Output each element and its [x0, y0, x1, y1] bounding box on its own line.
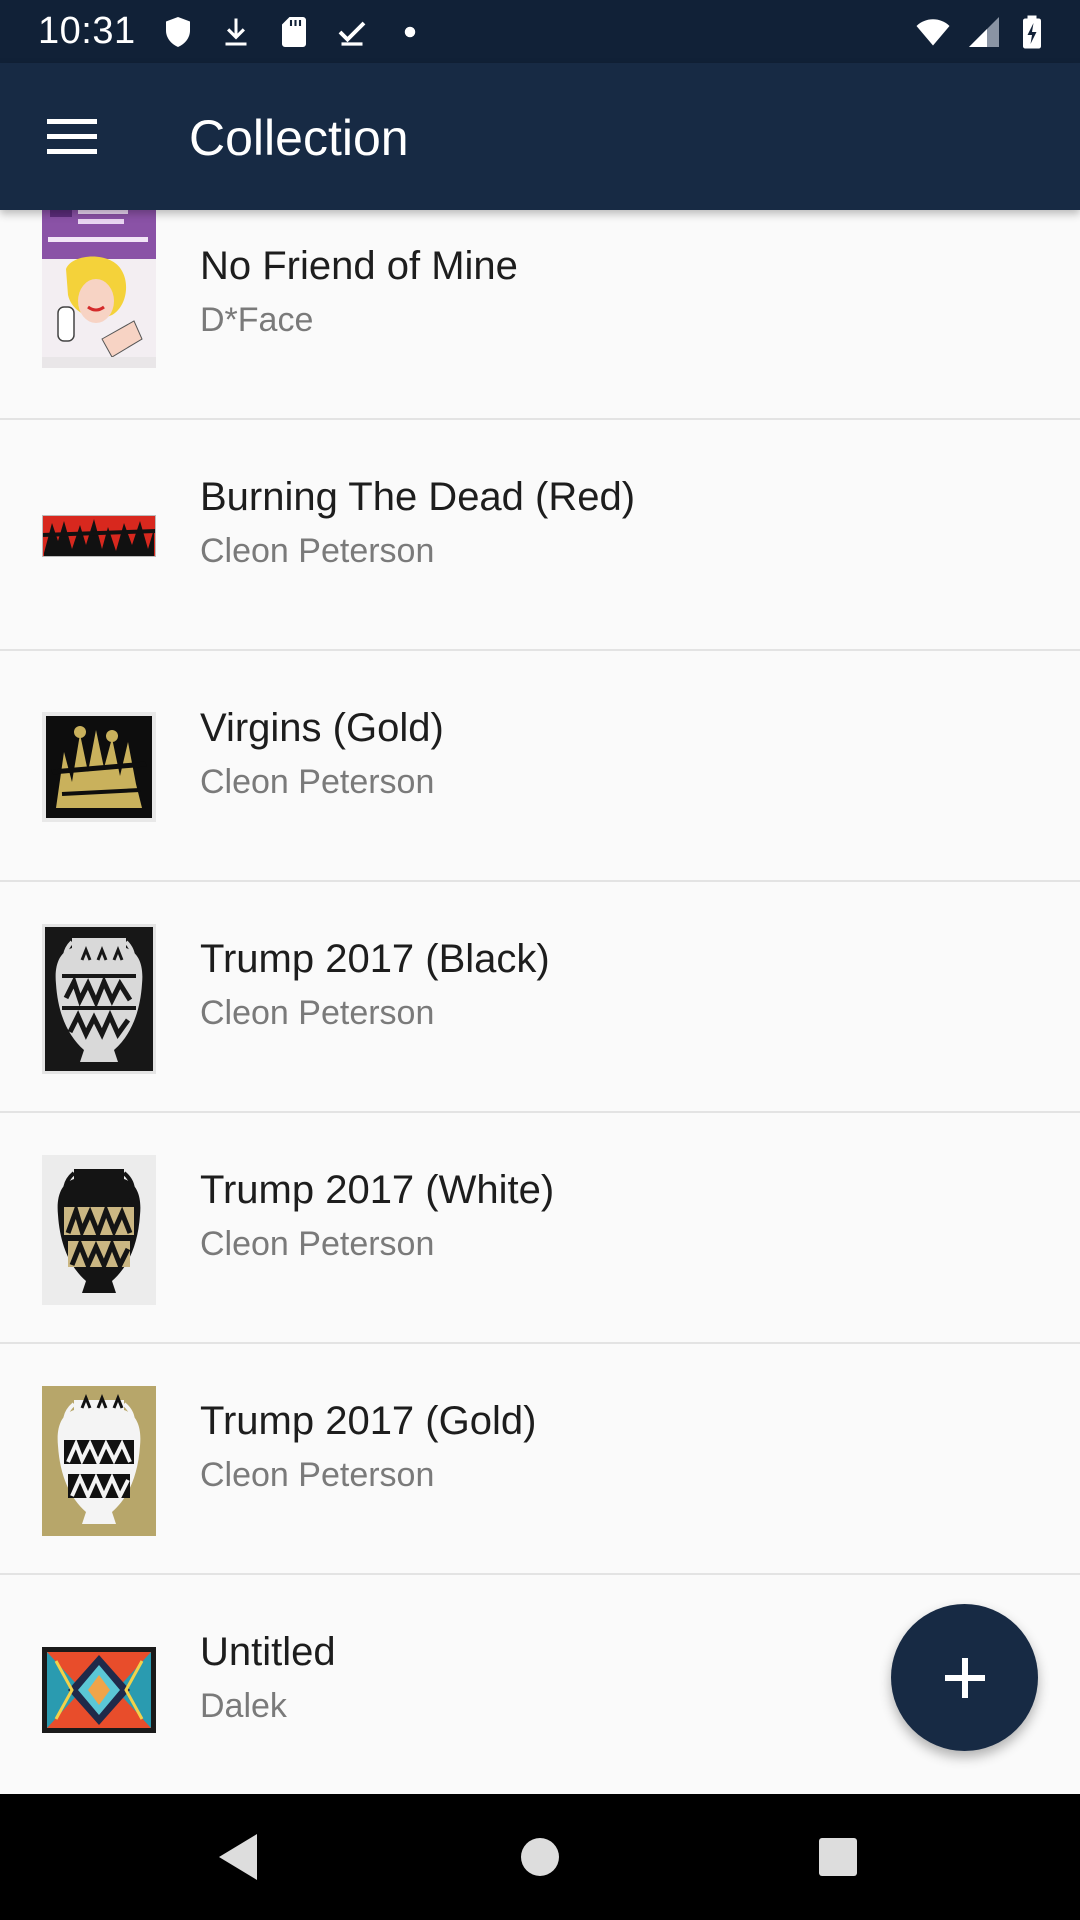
item-title: Untitled [200, 1630, 336, 1674]
menu-button[interactable] [36, 107, 108, 167]
back-icon [219, 1834, 257, 1880]
home-icon [521, 1838, 559, 1876]
artwork-thumbnail [42, 712, 156, 822]
nav-back-button[interactable] [204, 1822, 274, 1892]
item-title: Virgins (Gold) [200, 706, 444, 750]
sd-card-icon [282, 17, 306, 47]
navigation-bar [0, 1794, 1080, 1920]
item-artist: D*Face [200, 301, 314, 339]
wifi-icon [916, 19, 950, 46]
status-time: 10:31 [38, 10, 136, 52]
recents-icon [819, 1838, 857, 1876]
add-item-button[interactable] [891, 1604, 1038, 1751]
artwork-thumbnail [42, 1155, 156, 1305]
nav-home-button[interactable] [505, 1822, 575, 1892]
battery-charging-icon [1023, 15, 1041, 49]
page-title: Collection [189, 110, 409, 166]
signal-icon [969, 17, 999, 47]
item-title: Trump 2017 (Black) [200, 937, 550, 981]
item-artist: Cleon Peterson [200, 532, 435, 570]
item-artist: Cleon Peterson [200, 994, 435, 1032]
download-icon [225, 18, 247, 46]
list-item[interactable]: Trump 2017 (Gold) Cleon Peterson [0, 1344, 1080, 1575]
artwork-thumbnail [42, 1386, 156, 1536]
hamburger-menu-icon [47, 119, 97, 154]
item-artist: Cleon Peterson [200, 763, 435, 801]
artwork-thumbnail [42, 210, 156, 368]
artwork-thumbnail [42, 1647, 156, 1733]
status-bar: 10:31 [0, 0, 1080, 63]
check-download-icon [338, 21, 366, 46]
list-item[interactable]: No Friend of Mine D*Face [0, 210, 1080, 420]
item-artist: Cleon Peterson [200, 1456, 435, 1494]
dot-icon [404, 26, 416, 38]
list-item[interactable]: Burning The Dead (Red) Cleon Peterson [0, 420, 1080, 651]
artwork-thumbnail [42, 515, 156, 557]
list-item[interactable]: Trump 2017 (White) Cleon Peterson [0, 1113, 1080, 1344]
item-title: Trump 2017 (Gold) [200, 1399, 537, 1443]
item-title: No Friend of Mine [200, 244, 518, 288]
item-title: Burning The Dead (Red) [200, 475, 636, 519]
status-icons-left [160, 14, 428, 50]
list-item[interactable]: Virgins (Gold) Cleon Peterson [0, 651, 1080, 882]
item-artist: Dalek [200, 1687, 287, 1725]
plus-icon [944, 1657, 985, 1698]
item-artist: Cleon Peterson [200, 1225, 435, 1263]
app-bar: Collection [0, 63, 1080, 210]
collection-list[interactable]: No Friend of Mine D*Face Burning The Dea… [0, 210, 1080, 1794]
artwork-thumbnail [42, 924, 156, 1074]
shield-icon [166, 17, 190, 47]
list-item[interactable]: Trump 2017 (Black) Cleon Peterson [0, 882, 1080, 1113]
status-icons-right [912, 14, 1050, 50]
item-title: Trump 2017 (White) [200, 1168, 555, 1212]
nav-recents-button[interactable] [803, 1822, 873, 1892]
